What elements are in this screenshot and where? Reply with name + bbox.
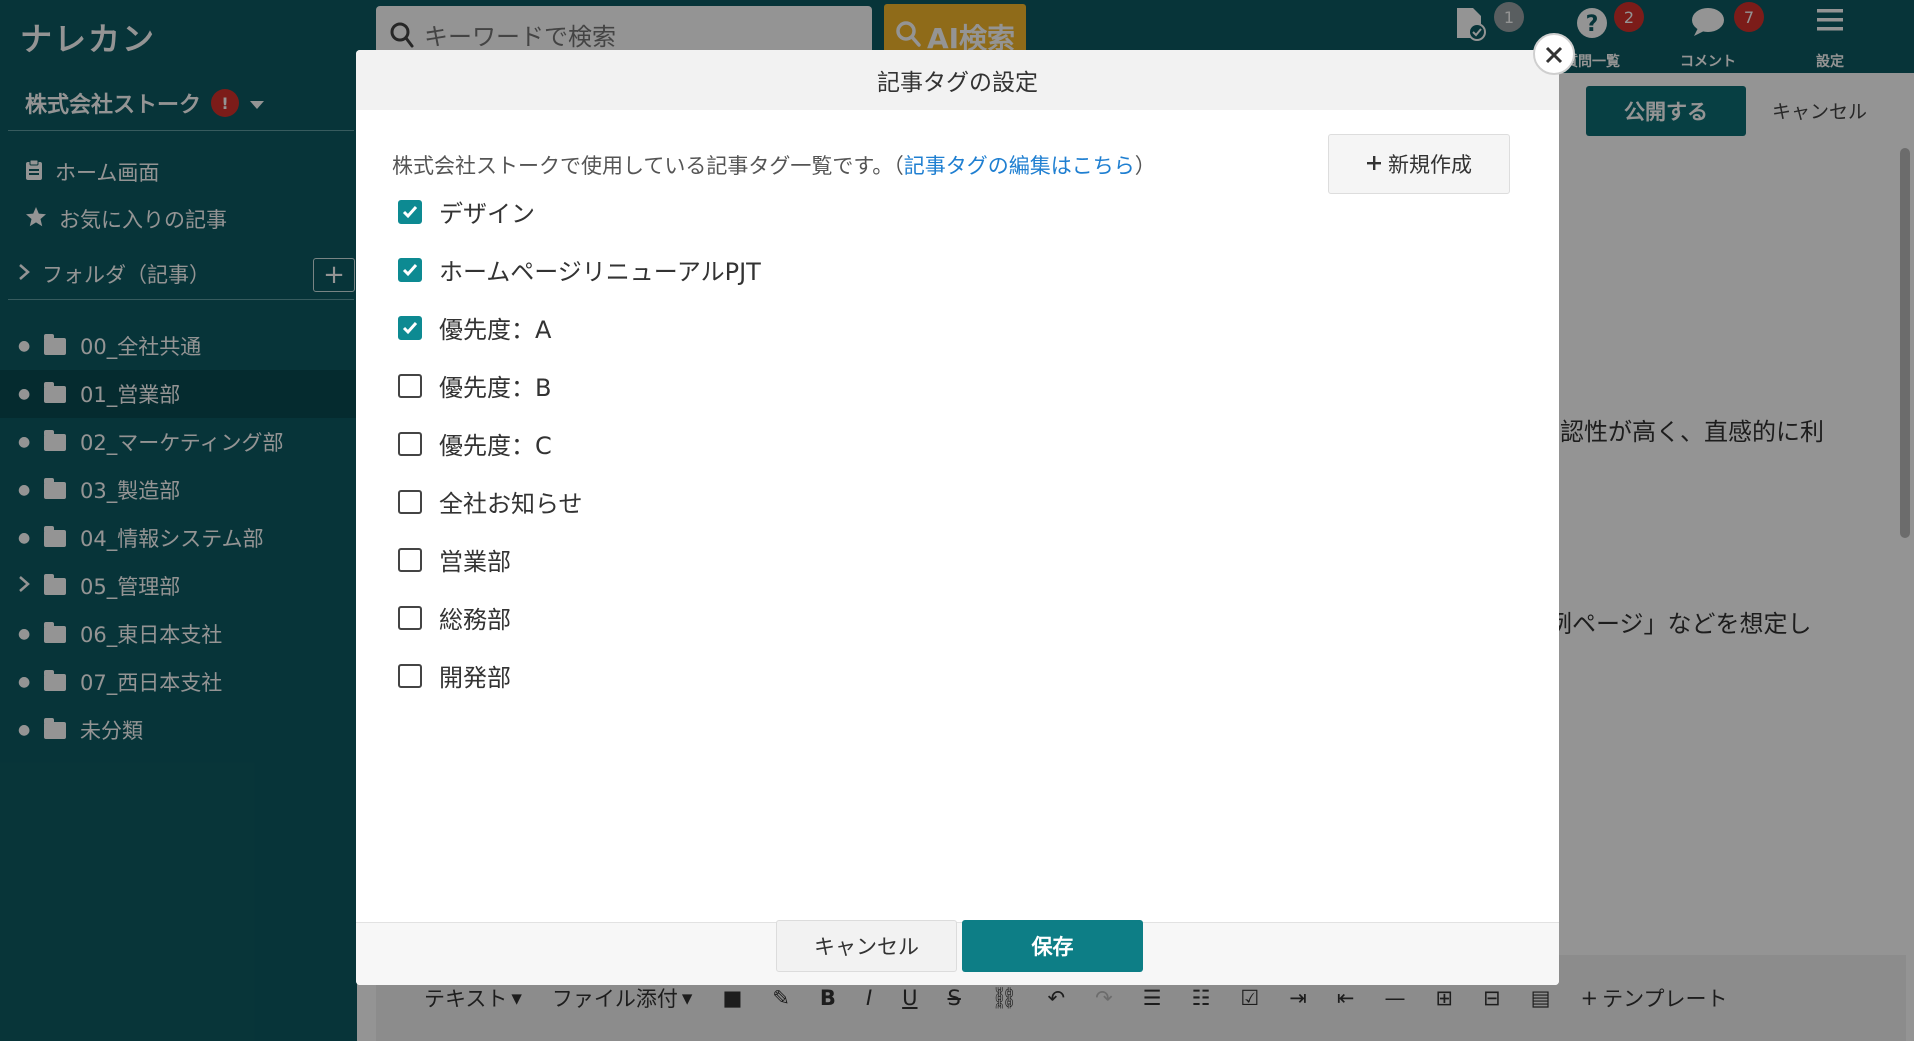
tag-settings-modal: 記事タグの設定 株式会社ストークで使用している記事タグ一覧です。（記事タグの編集…: [356, 50, 1559, 985]
tag-option[interactable]: 全社お知らせ: [398, 484, 583, 519]
tag-option[interactable]: 開発部: [398, 658, 511, 693]
tag-label: ホームページリニューアルPJT: [439, 258, 761, 286]
tag-label: 営業部: [439, 548, 511, 576]
modal-title: 記事タグの設定: [877, 70, 1038, 96]
tag-label: デザイン: [439, 200, 535, 228]
new-tag-button[interactable]: 新規作成: [1328, 134, 1510, 194]
tag-label: 優先度：A: [439, 316, 552, 344]
modal-footer: [356, 922, 1559, 985]
app-frame: ナレカン AI検索 1 ? 質問一覧 2: [0, 0, 1914, 1041]
tag-option[interactable]: 優先度：B: [398, 368, 551, 403]
tag-label: 開発部: [439, 664, 511, 692]
intro-close-paren: ）: [1134, 154, 1156, 178]
tag-checkbox[interactable]: [398, 431, 422, 456]
tag-checkbox[interactable]: [398, 373, 422, 398]
tag-option[interactable]: デザイン: [398, 194, 535, 229]
modal-save-button[interactable]: 保存: [962, 920, 1143, 972]
tag-label: 優先度：C: [439, 432, 552, 460]
tag-label: 総務部: [439, 606, 511, 634]
tag-option[interactable]: 優先度：C: [398, 426, 552, 461]
tag-checkbox-checked[interactable]: [398, 257, 422, 282]
intro-text: 株式会社ストークで使用している記事タグ一覧です。（: [392, 154, 904, 178]
modal-intro: 株式会社ストークで使用している記事タグ一覧です。（記事タグの編集はこちら）: [392, 150, 1156, 180]
app-root: ナレカン AI検索 1 ? 質問一覧 2: [0, 0, 1914, 1041]
close-icon: [1545, 38, 1563, 71]
modal-header: 記事タグの設定: [356, 50, 1559, 110]
edit-tags-link[interactable]: 記事タグの編集はこちら: [904, 154, 1135, 178]
tag-checkbox-checked[interactable]: [398, 199, 422, 224]
tag-checkbox[interactable]: [398, 663, 422, 688]
plus-icon: [1366, 152, 1382, 176]
tag-checkbox-checked[interactable]: [398, 315, 422, 340]
tag-checkbox[interactable]: [398, 489, 422, 514]
tag-checkbox[interactable]: [398, 605, 422, 630]
tag-option[interactable]: 総務部: [398, 600, 511, 635]
tag-option[interactable]: 営業部: [398, 542, 511, 577]
tag-label: 優先度：B: [439, 374, 552, 402]
modal-close-button[interactable]: [1533, 33, 1575, 75]
tag-checkbox[interactable]: [398, 547, 422, 572]
tag-option[interactable]: ホームページリニューアルPJT: [398, 252, 761, 287]
modal-cancel-button[interactable]: キャンセル: [776, 920, 957, 972]
tag-option[interactable]: 優先度：A: [398, 310, 551, 345]
new-tag-label: 新規作成: [1388, 153, 1472, 177]
tag-label: 全社お知らせ: [439, 490, 583, 518]
